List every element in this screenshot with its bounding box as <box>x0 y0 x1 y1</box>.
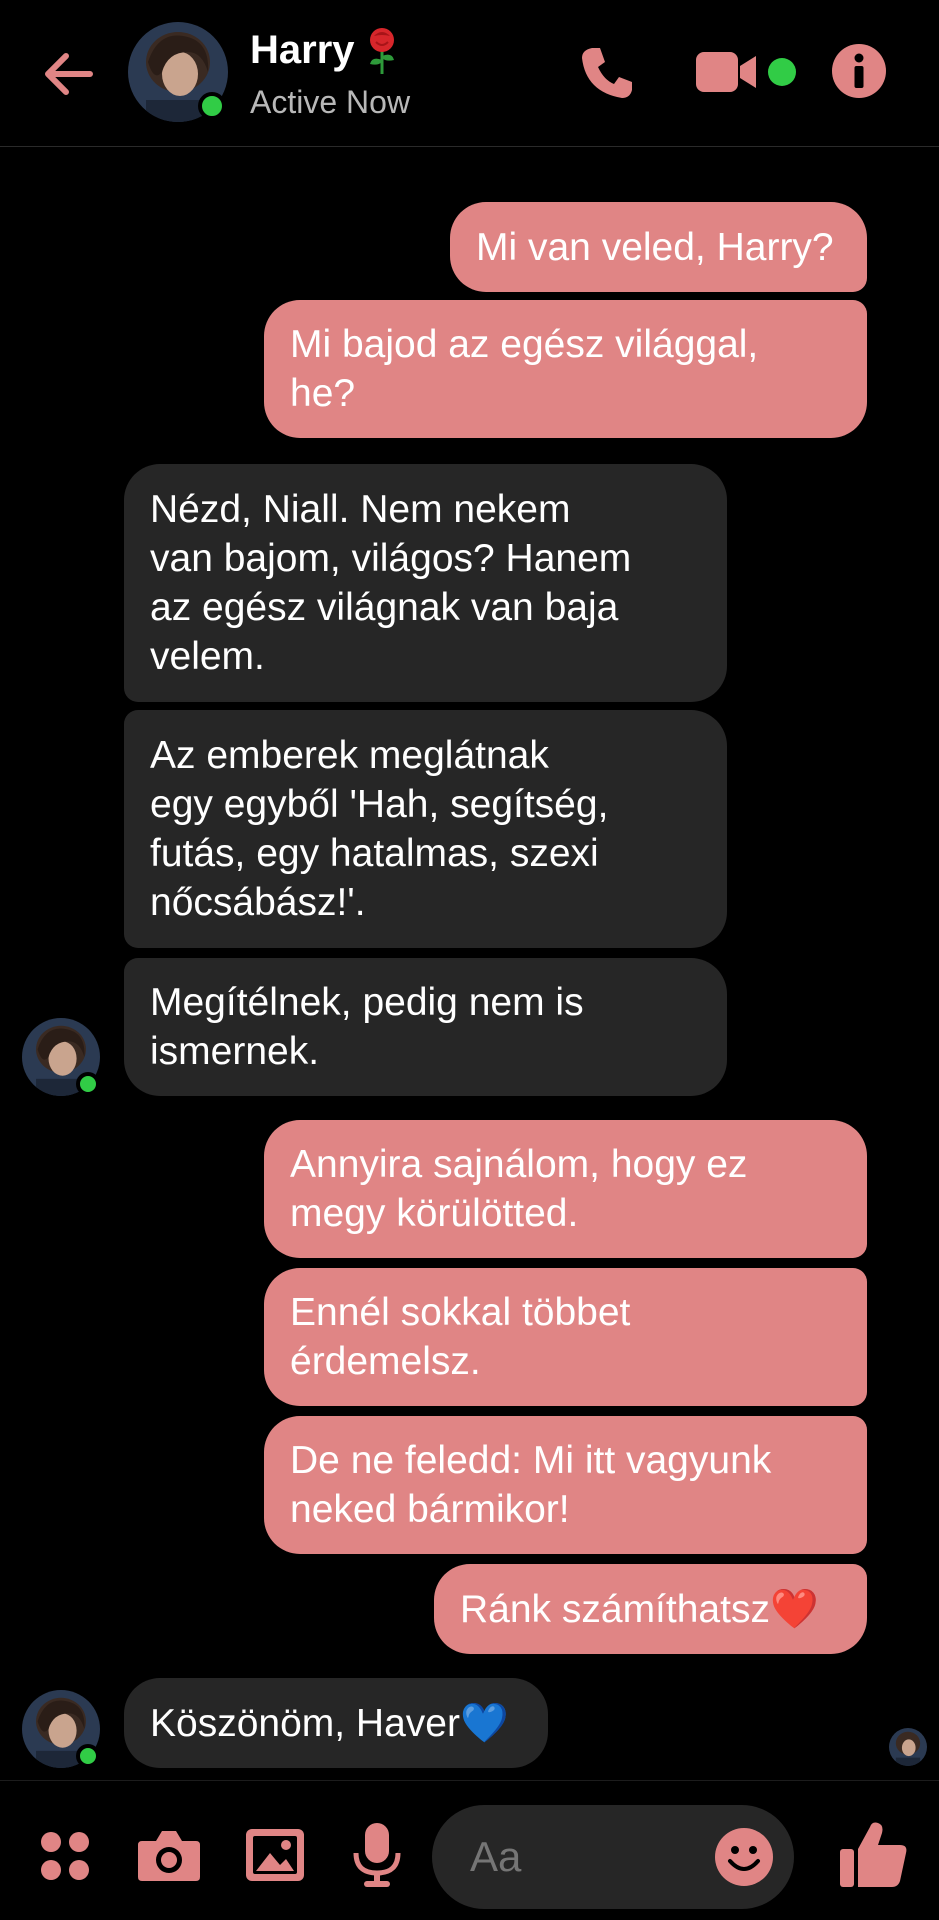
rose-icon <box>370 28 394 74</box>
phone-icon[interactable] <box>578 44 636 102</box>
info-icon[interactable] <box>832 44 886 98</box>
active-status: Active Now <box>250 84 411 120</box>
apps-icon[interactable] <box>40 1831 90 1881</box>
back-arrow-icon[interactable] <box>38 44 98 104</box>
outgoing-message[interactable]: De ne feledd: Mi itt vagyunk neked bármi… <box>264 1416 867 1554</box>
outgoing-message[interactable]: Ennél sokkal többet érdemelsz. <box>264 1268 867 1406</box>
video-camera-icon[interactable] <box>696 50 758 94</box>
microphone-icon[interactable] <box>352 1823 402 1887</box>
online-indicator <box>198 92 226 120</box>
outgoing-message[interactable]: Mi van veled, Harry? <box>450 202 867 292</box>
chat-header: Harry Active Now <box>0 0 939 147</box>
camera-icon[interactable] <box>138 1829 200 1881</box>
outgoing-message[interactable]: Ránk számíthatsz❤️ <box>434 1564 867 1654</box>
contact-name[interactable]: Harry <box>250 24 355 76</box>
video-online-indicator <box>768 58 796 86</box>
outgoing-message[interactable]: Annyira sajnálom, hogy ez megy körülötte… <box>264 1120 867 1258</box>
gallery-icon[interactable] <box>246 1829 304 1881</box>
message-composer <box>0 1780 939 1920</box>
message-input[interactable] <box>470 1833 690 1881</box>
online-indicator <box>76 1744 100 1768</box>
incoming-message[interactable]: Nézd, Niall. Nem nekem van bajom, világo… <box>124 464 727 702</box>
online-indicator <box>76 1072 100 1096</box>
incoming-message[interactable]: Az emberek meglátnak egy egyből 'Hah, se… <box>124 710 727 948</box>
emoji-icon[interactable] <box>714 1827 774 1887</box>
incoming-message[interactable]: Köszönöm, Haver💙 <box>124 1678 548 1768</box>
read-receipt-avatar <box>889 1728 927 1766</box>
incoming-message[interactable]: Megítélnek, pedig nem is ismernek. <box>124 958 727 1096</box>
outgoing-message[interactable]: Mi bajod az egész világgal, he? <box>264 300 867 438</box>
message-input-container[interactable] <box>432 1805 794 1909</box>
thumbs-up-icon[interactable] <box>838 1819 908 1889</box>
